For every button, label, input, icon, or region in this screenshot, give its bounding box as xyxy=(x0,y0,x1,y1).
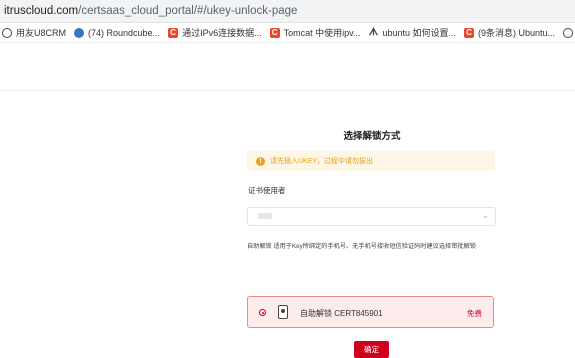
address-bar[interactable]: itruscloud.com/certsaas_cloud_portal/#/u… xyxy=(0,0,575,23)
globe-icon xyxy=(563,27,573,38)
bookmark-xinan[interactable]: 西南 xyxy=(561,23,575,42)
bookmark-ubuntu-csdn[interactable]: C (9条消息) Ubuntu... xyxy=(462,23,561,42)
unlock-description: 自助解锁 适用于Key所绑定的手机号、无手机号接收短信验证码时建议选择审批解锁 xyxy=(247,243,476,250)
c-icon: C xyxy=(463,27,474,38)
option-label: 自助解锁 CERT845901 xyxy=(300,309,383,318)
c-icon: C xyxy=(269,27,280,38)
bookmarks-bar: 用友U8CRM (74) Roundcube... C 通过IPv6连接数据..… xyxy=(0,23,575,43)
bookmark-ubuntu[interactable]: ᗑ ubuntu 如何设置... xyxy=(366,23,462,42)
self-unlock-option[interactable]: 自助解锁 CERT845901 免费 xyxy=(247,296,494,328)
header-divider xyxy=(0,90,575,91)
bookmark-label: (9条消息) Ubuntu... xyxy=(477,28,555,38)
bookmark-label: Tomcat 中使用ipv... xyxy=(283,28,361,38)
bookmark-roundcube[interactable]: (74) Roundcube... xyxy=(72,23,166,42)
url-host: itruscloud.com xyxy=(4,5,79,17)
confirm-button[interactable]: 确定 xyxy=(354,341,389,358)
bookmark-label: ubuntu 如何设置... xyxy=(382,28,456,38)
url-text[interactable]: itruscloud.com/certsaas_cloud_portal/#/u… xyxy=(4,5,297,17)
cert-user-label: 证书使用者 xyxy=(248,186,286,195)
bookmark-ipv6[interactable]: C 通过IPv6连接数据... xyxy=(166,23,268,42)
ukey-icon xyxy=(278,305,288,319)
c-icon: C xyxy=(168,27,179,38)
bookmark-tomcat[interactable]: C Tomcat 中使用ipv... xyxy=(268,23,367,42)
cert-user-select[interactable]: ⌄ xyxy=(247,207,496,226)
url-path: /certsaas_cloud_portal/#/ukey-unlock-pag… xyxy=(78,5,298,17)
bookmark-label: 用友U8CRM xyxy=(16,28,67,38)
page-content: 选择解锁方式 ! 请先插入UKEY，过程中请勿拔出 证书使用者 ⌄ 自助解锁 适… xyxy=(0,43,575,358)
warning-banner: ! 请先插入UKEY，过程中请勿拔出 xyxy=(247,151,495,171)
bookmark-label: 通过IPv6连接数据... xyxy=(182,28,262,38)
chevron-down-icon: ⌄ xyxy=(482,211,489,220)
cloud-icon xyxy=(74,27,85,38)
page-title: 选择解锁方式 xyxy=(343,131,401,142)
globe-icon xyxy=(2,27,12,38)
radio-selected[interactable] xyxy=(259,309,266,316)
ubuntu-icon: ᗑ xyxy=(368,26,379,38)
bookmark-label: (74) Roundcube... xyxy=(88,27,161,38)
free-badge: 免费 xyxy=(467,309,482,318)
warning-icon: ! xyxy=(256,156,265,166)
select-value-blurred xyxy=(258,213,272,219)
bookmark-u8crm[interactable]: 用友U8CRM xyxy=(0,23,72,42)
warning-text: 请先插入UKEY，过程中请勿拔出 xyxy=(270,158,374,165)
